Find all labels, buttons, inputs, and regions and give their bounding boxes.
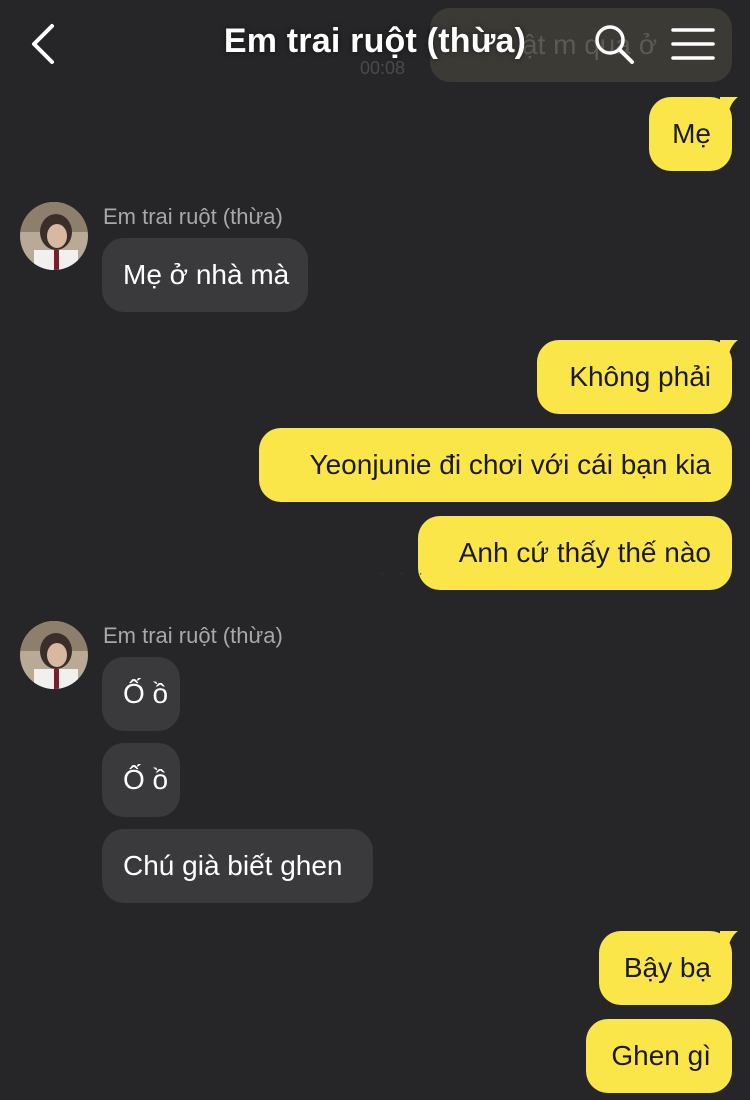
their-message-bubble[interactable]: Ố ồ: [102, 743, 180, 817]
typing-dots: · · ·: [380, 566, 429, 580]
my-message-bubble[interactable]: Yeonjunie đi chơi với cái bạn kia: [259, 428, 732, 502]
menu-icon: [671, 28, 715, 60]
my-message-bubble[interactable]: Bậy bạ: [599, 931, 738, 1005]
message-text: Bậy bạ: [623, 952, 711, 983]
my-message-bubble[interactable]: Mẹ: [649, 97, 738, 171]
message-text: Yeonjunie đi chơi với cái bạn kia: [309, 449, 712, 480]
chat-header: Em trai ruột (thừa): [0, 0, 750, 88]
bubble-tail-icon: [720, 340, 738, 358]
message-text: Ố ồ: [123, 764, 169, 795]
sender-name: Em trai ruột (thừa): [103, 204, 283, 229]
message-text: Ố ồ: [123, 678, 169, 709]
chat-title: Em trai ruột (thừa): [223, 22, 527, 60]
search-button[interactable]: [592, 22, 636, 66]
search-icon: [595, 25, 634, 64]
my-message-bubble[interactable]: Không phải: [537, 340, 738, 414]
message-text: Chú già biết ghen: [123, 850, 343, 881]
my-message-bubble[interactable]: Ghen gì: [586, 1019, 732, 1093]
bubble-tail-icon: [720, 97, 738, 115]
menu-button[interactable]: [670, 24, 716, 64]
profile-photo-icon: [20, 621, 88, 689]
avatar[interactable]: [20, 202, 88, 270]
avatar[interactable]: [20, 621, 88, 689]
my-message-bubble[interactable]: Anh cứ thấy thế nào: [418, 516, 732, 590]
message-text: Không phải: [569, 361, 711, 392]
profile-photo-icon: [20, 202, 88, 270]
sender-name: Em trai ruột (thừa): [103, 623, 283, 648]
their-message-bubble[interactable]: Mẹ ở nhà mà: [102, 238, 308, 312]
message-text: Mẹ: [672, 118, 711, 149]
their-message-bubble[interactable]: Chú già biết ghen: [102, 829, 373, 903]
bubble-tail-icon: [720, 931, 738, 949]
message-text: Anh cứ thấy thế nào: [458, 537, 711, 568]
message-text: Mẹ ở nhà mà: [123, 259, 290, 290]
message-text: Ghen gì: [611, 1040, 711, 1071]
their-message-bubble[interactable]: Ố ồ: [102, 657, 180, 731]
